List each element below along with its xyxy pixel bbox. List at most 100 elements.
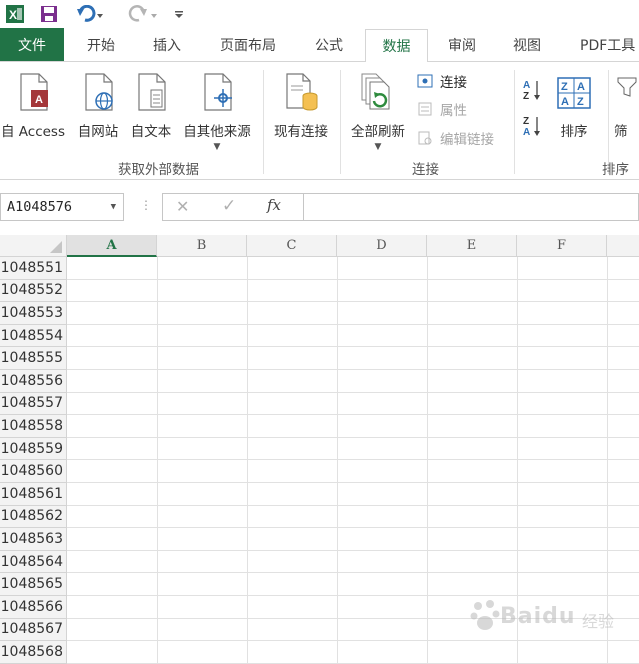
sort-az-button[interactable]: AZ (522, 78, 544, 106)
row-header[interactable]: 1048562 (0, 505, 67, 529)
select-all-corner[interactable] (0, 235, 67, 257)
refresh-all-label: 全部刷新 (351, 124, 405, 140)
sort-icon: ZAAZ (556, 70, 592, 112)
row-header[interactable]: 1048568 (0, 641, 67, 664)
column-header-c[interactable]: C (247, 235, 337, 257)
access-icon: A (15, 70, 51, 112)
name-box-value: A1048576 (7, 199, 73, 215)
svg-text:A: A (577, 81, 585, 93)
table-row[interactable] (67, 415, 639, 438)
chevron-down-icon[interactable]: ▼ (111, 202, 116, 212)
existing-connections-button[interactable]: 现有连接 (268, 70, 334, 140)
grid-line (157, 257, 158, 664)
formula-input[interactable] (303, 193, 639, 221)
tab-view[interactable]: 视图 (498, 28, 556, 61)
filter-button[interactable]: 筛 (614, 70, 639, 140)
connections-button[interactable]: 连接 (416, 71, 467, 91)
column-header-g[interactable] (607, 235, 639, 257)
refresh-all-button[interactable]: 全部刷新 ▼ (345, 70, 411, 152)
properties-button[interactable]: 属性 (416, 99, 467, 119)
edit-links-button[interactable]: 编辑链接 (416, 128, 494, 148)
undo-icon[interactable] (74, 3, 108, 25)
row-header[interactable]: 1048563 (0, 528, 67, 551)
tab-insert[interactable]: 插入 (138, 28, 196, 61)
from-text-button[interactable]: 自文本 (125, 70, 177, 140)
table-row[interactable] (67, 460, 639, 483)
svg-text:A: A (561, 96, 569, 108)
column-header-d[interactable]: D (337, 235, 427, 257)
tab-formulas[interactable]: 公式 (300, 28, 358, 61)
properties-label: 属性 (440, 103, 467, 119)
row-header[interactable]: 1048553 (0, 302, 67, 325)
drag-handle-icon[interactable]: ⋮ (140, 198, 152, 212)
tab-pdf-tools[interactable]: PDF工具 (566, 28, 639, 61)
table-row[interactable] (67, 302, 639, 325)
customize-icon[interactable] (170, 3, 188, 25)
watermark-brand: Baidu (500, 604, 576, 629)
row-header[interactable]: 1048565 (0, 573, 67, 596)
table-row[interactable] (67, 370, 639, 393)
table-row[interactable] (67, 551, 639, 574)
grid-line (337, 257, 338, 664)
paw-logo-icon (470, 600, 500, 630)
from-access-button[interactable]: A 自 Access (0, 70, 68, 140)
svg-text:Z: Z (523, 91, 529, 102)
row-header[interactable]: 1048552 (0, 279, 67, 303)
row-header[interactable]: 1048551 (0, 257, 67, 280)
from-web-button[interactable]: 自网站 (72, 70, 124, 140)
row-header[interactable]: 1048561 (0, 483, 67, 506)
save-icon[interactable] (38, 3, 60, 25)
column-header-b[interactable]: B (157, 235, 247, 257)
refresh-icon (360, 70, 396, 112)
column-header-a[interactable]: A (67, 235, 157, 257)
column-header-f[interactable]: F (517, 235, 607, 257)
table-row[interactable] (67, 347, 639, 370)
sort-button[interactable]: ZAAZ 排序 (552, 70, 596, 140)
svg-text:A: A (523, 80, 530, 91)
row-header[interactable]: 1048554 (0, 324, 67, 348)
row-header[interactable]: 1048557 (0, 392, 67, 416)
sort-za-button[interactable]: ZA (522, 114, 544, 142)
table-row[interactable] (67, 506, 639, 529)
existing-connections-icon (283, 70, 319, 112)
row-header[interactable]: 1048560 (0, 460, 67, 483)
table-row[interactable] (67, 438, 639, 461)
quick-access-toolbar: X (0, 0, 639, 28)
svg-text:Z: Z (523, 116, 529, 127)
row-header[interactable]: 1048558 (0, 415, 67, 438)
tab-file[interactable]: 文件 (0, 28, 64, 61)
column-header-e[interactable]: E (427, 235, 517, 257)
table-row[interactable] (67, 325, 639, 348)
row-header[interactable]: 1048566 (0, 596, 67, 619)
table-row[interactable] (67, 393, 639, 416)
redo-icon[interactable] (124, 3, 162, 25)
formula-bar: A1048576 ▼ ⋮ ✕ ✓ fx (0, 188, 639, 228)
properties-icon (416, 100, 434, 118)
text-file-icon (133, 70, 169, 112)
row-header[interactable]: 1048555 (0, 347, 67, 370)
table-row[interactable] (67, 573, 639, 596)
cancel-icon[interactable]: ✕ (176, 197, 189, 216)
tab-review[interactable]: 审阅 (433, 28, 491, 61)
edit-links-icon (416, 129, 434, 147)
tab-page-layout[interactable]: 页面布局 (203, 28, 293, 61)
table-row[interactable] (67, 528, 639, 551)
tab-data[interactable]: 数据 (365, 29, 428, 62)
sort-az-icon: AZ (522, 78, 544, 106)
table-row[interactable] (67, 483, 639, 506)
row-header[interactable]: 1048564 (0, 550, 67, 574)
ribbon-separator (514, 70, 515, 174)
row-header[interactable]: 1048567 (0, 618, 67, 642)
from-web-label: 自网站 (77, 124, 119, 140)
enter-icon[interactable]: ✓ (222, 196, 236, 216)
table-row[interactable] (67, 641, 639, 664)
table-row[interactable] (67, 257, 639, 280)
insert-function-icon[interactable]: fx (267, 196, 281, 214)
row-header[interactable]: 1048559 (0, 437, 67, 461)
group-label-get-external-data: 获取外部数据 (118, 162, 199, 178)
name-box[interactable]: A1048576 ▼ (0, 193, 124, 221)
table-row[interactable] (67, 280, 639, 303)
from-other-sources-button[interactable]: 自其他来源 ▼ (177, 70, 257, 152)
tab-home[interactable]: 开始 (70, 28, 132, 61)
row-header[interactable]: 1048556 (0, 370, 67, 393)
